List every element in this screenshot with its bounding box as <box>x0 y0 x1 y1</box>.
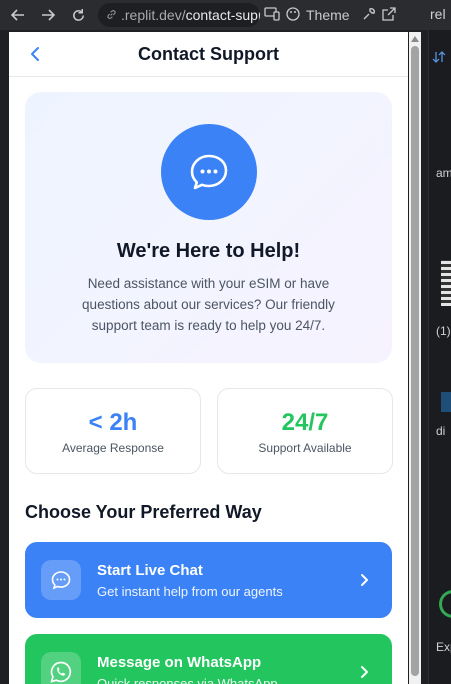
refresh-green-icon <box>439 590 451 618</box>
hero-description: Need assistance with your eSIM or have q… <box>82 276 335 333</box>
back-arrow-icon[interactable] <box>6 3 30 27</box>
url-domain: .replit.dev/ <box>121 7 186 23</box>
scrollbar-thumb[interactable] <box>411 46 419 676</box>
external-link-icon[interactable] <box>381 6 396 24</box>
stat-label: Support Available <box>258 441 352 455</box>
reload-icon[interactable] <box>66 3 90 27</box>
option-subtitle: Get instant help from our agents <box>97 583 283 599</box>
thumbnail-blue <box>441 392 451 412</box>
devices-icon[interactable] <box>264 6 280 24</box>
chevron-right-icon <box>356 664 372 680</box>
back-button[interactable] <box>25 44 45 64</box>
side-tab-text: rel <box>430 6 446 22</box>
stat-value: < 2h <box>88 409 138 436</box>
address-bar[interactable]: .replit.dev/contact-suppor <box>98 3 260 27</box>
live-chat-button[interactable]: Start Live Chat Get instant help from ou… <box>25 542 392 618</box>
side-panel <box>428 30 451 684</box>
page-header: Contact Support <box>9 32 408 77</box>
chevron-left-icon <box>31 47 39 61</box>
forward-arrow-icon[interactable] <box>36 3 60 27</box>
side-text-3: di <box>436 424 446 438</box>
option-title: Message on WhatsApp <box>97 653 262 671</box>
side-text-1: am <box>436 166 451 180</box>
qr-thumbnail <box>441 260 451 306</box>
hero-card: We're Here to Help! Need assistance with… <box>25 92 392 363</box>
option-title: Start Live Chat <box>97 561 203 579</box>
link-icon <box>106 7 117 23</box>
browser-toolbar: .replit.dev/contact-suppor Theme <box>0 0 451 30</box>
hero-title: We're Here to Help! <box>116 240 301 262</box>
section-title: Choose Your Preferred Way <box>25 502 262 522</box>
wrench-icon[interactable] <box>362 7 376 24</box>
scroll-up-arrow-icon[interactable] <box>411 36 419 42</box>
whatsapp-button[interactable]: Message on WhatsApp Quick responses via … <box>25 634 392 684</box>
palette-icon <box>286 6 300 24</box>
url-path: contact-suppor <box>185 7 260 23</box>
chat-bubble-icon <box>161 124 257 220</box>
side-text-4: Exp <box>436 640 451 654</box>
stat-value: 24/7 <box>281 409 329 436</box>
stat-card-response: < 2h Average Response <box>25 388 201 474</box>
page-title: Contact Support <box>138 43 279 64</box>
stat-label: Average Response <box>62 441 164 455</box>
side-text-2: (1) <box>436 324 451 338</box>
app-viewport: Contact Support We're Here to Help! Need… <box>9 32 408 684</box>
theme-label: Theme <box>306 7 350 23</box>
stat-card-availability: 24/7 Support Available <box>217 388 393 474</box>
sort-icon[interactable] <box>432 50 446 69</box>
theme-button[interactable]: Theme <box>286 6 350 24</box>
whatsapp-icon <box>41 652 81 684</box>
chat-icon <box>41 560 81 600</box>
option-subtitle: Quick responses via WhatsApp <box>97 675 278 684</box>
chevron-right-icon <box>356 572 372 588</box>
